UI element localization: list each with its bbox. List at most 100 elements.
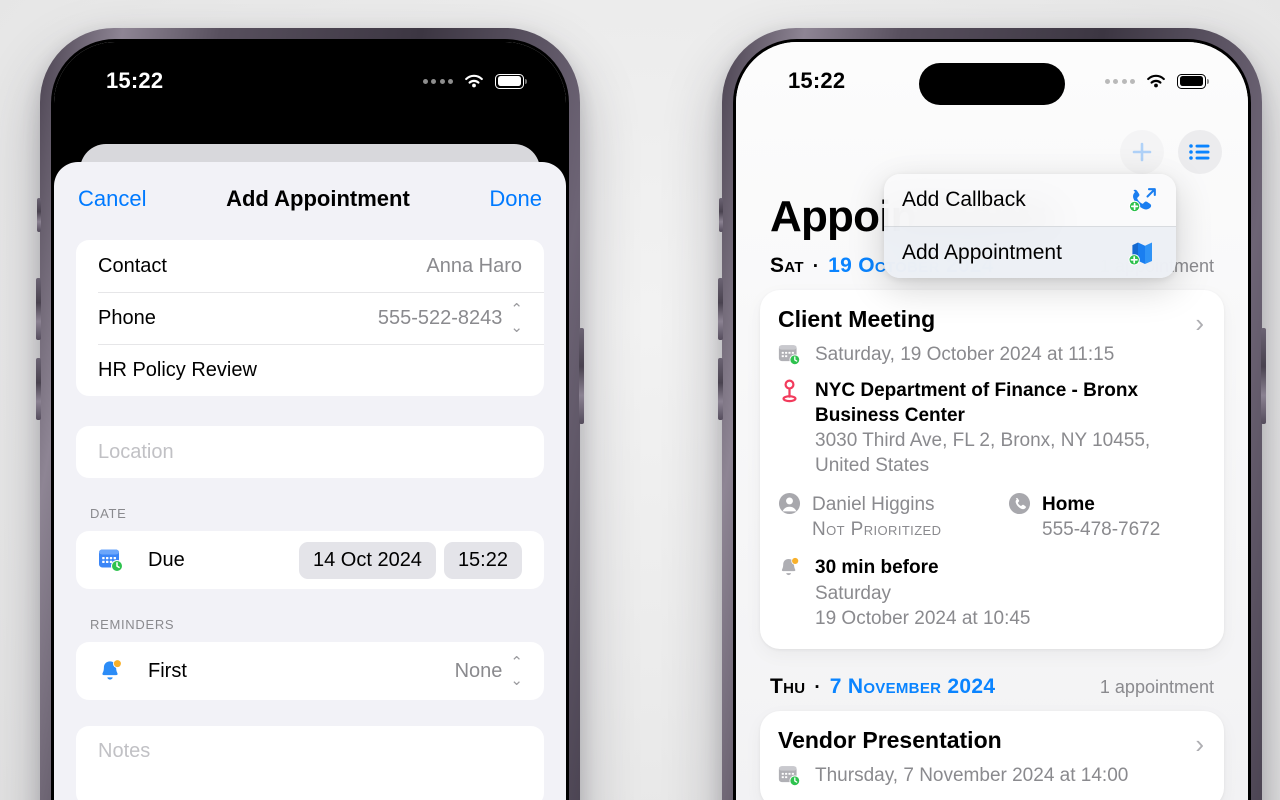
- first-reminder-text: None: [454, 659, 503, 682]
- phone-device-right: 15:22 Sat · 19 › Client Meeting Saturday…: [718, 28, 1266, 800]
- appointment-location-block: NYC Department of Finance - Bronx Busine…: [815, 378, 1206, 478]
- contact-row[interactable]: Contact Anna Haro: [76, 240, 544, 292]
- map-pin-icon: [778, 379, 804, 405]
- day-group-1: Thu · 7 November 2024 1 appointment › Ve…: [736, 675, 1248, 800]
- appointment-location-line: NYC Department of Finance - Bronx Busine…: [778, 378, 1206, 478]
- due-date-pill[interactable]: 14 Oct 2024: [298, 541, 436, 579]
- add-context-menu: Add Callback Add Appointment: [884, 174, 1176, 278]
- appointment-contact-priority: Not Prioritized: [812, 519, 942, 541]
- status-time: 15:22: [106, 68, 164, 93]
- location-placeholder: Location: [98, 440, 174, 463]
- appointment-datetime-vendor: Thursday, 7 November 2024 at 14:00: [815, 764, 1129, 786]
- day-separator-1: ·: [814, 676, 821, 698]
- signal-dots-icon: [422, 78, 453, 84]
- chevron-right-icon-vendor: ›: [1195, 728, 1204, 759]
- location-input[interactable]: Location: [76, 426, 544, 478]
- menu-item-add-appointment[interactable]: Add Appointment: [884, 226, 1176, 278]
- battery-icon: [495, 73, 527, 89]
- day-separator-0: ·: [812, 256, 820, 277]
- menu-item-add-callback-label: Add Callback: [902, 188, 1026, 211]
- appointment-reminder-text: 30 min before Saturday 19 October 2024 a…: [815, 555, 1031, 630]
- appointments-list-view: 15:22 Sat · 19 › Client Meeting Saturday…: [736, 42, 1248, 800]
- add-appointment-button[interactable]: [1120, 130, 1164, 174]
- subject-value: HR Policy Review: [98, 358, 257, 381]
- reminders-field-group: First None ⌃ ⌄: [76, 642, 544, 700]
- cancel-button[interactable]: Cancel: [78, 186, 146, 212]
- top-toolbar: [1120, 130, 1222, 174]
- calendar-clock-icon: [778, 343, 804, 369]
- volume-up-button[interactable]: [36, 278, 41, 340]
- appointment-contact-text: Daniel Higgins Not Prioritized: [812, 492, 941, 542]
- status-bar-left: 15:22: [54, 42, 566, 104]
- appointment-phone-number: 555-478-7672: [1042, 519, 1161, 541]
- due-date-row[interactable]: Due 14 Oct 2024 15:22: [76, 531, 544, 589]
- due-label: Due: [148, 548, 185, 571]
- list-bullet-icon: [1189, 144, 1210, 160]
- bell-badge-icon: [98, 658, 124, 684]
- volume-up-button-right[interactable]: [718, 278, 723, 340]
- appointment-card-client-meeting[interactable]: › Client Meeting Saturday, 19 October 20…: [760, 290, 1224, 649]
- screen-right: 15:22 Sat · 19 › Client Meeting Saturday…: [736, 42, 1248, 800]
- appointment-contact-block[interactable]: Daniel Higgins Not Prioritized: [778, 492, 990, 542]
- day-group-0: Sat · 19 October 2024 1 appointment › Cl…: [736, 254, 1248, 800]
- first-reminder-label: First: [148, 659, 187, 682]
- due-time-pill[interactable]: 15:22: [443, 541, 522, 579]
- status-time-right: 15:22: [788, 68, 846, 93]
- day-count-1: 1 appointment: [1099, 676, 1214, 697]
- done-button[interactable]: Done: [489, 186, 542, 212]
- screen-left: 15:22 Cancel Add Appointment Done Contac…: [54, 42, 566, 800]
- phone-callback-add-icon: [1126, 185, 1158, 215]
- chevron-up-down-icon-reminder[interactable]: ⌃ ⌄: [510, 653, 523, 689]
- volume-down-button[interactable]: [36, 358, 41, 420]
- menu-item-add-callback[interactable]: Add Callback: [884, 174, 1176, 226]
- silent-switch[interactable]: [37, 198, 41, 232]
- first-reminder-row[interactable]: First None ⌃ ⌄: [76, 642, 544, 700]
- sheet-title: Add Appointment: [226, 186, 410, 211]
- appointment-title-vendor: Vendor Presentation: [778, 726, 1002, 753]
- appointment-reminder-datetime: 19 October 2024 at 10:45: [815, 607, 1031, 629]
- person-circle-icon: [778, 492, 801, 520]
- appointment-reminder-offset: 30 min before: [815, 557, 939, 579]
- power-button-right[interactable]: [1261, 328, 1266, 424]
- chevron-right-icon: ›: [1195, 308, 1204, 338]
- appointment-contact-phone-row: Daniel Higgins Not Prioritized Home 555-…: [778, 492, 1206, 542]
- appointment-phone-block[interactable]: Home 555-478-7672: [1008, 492, 1160, 542]
- appointment-card-vendor-presentation[interactable]: › Vendor Presentation Thursday, 7 Novemb…: [760, 710, 1224, 800]
- wifi-icon: [465, 74, 483, 88]
- phone-value: 555-522-8243 ⌃ ⌄: [377, 300, 523, 336]
- appointment-location-name: NYC Department of Finance - Bronx Busine…: [815, 380, 1139, 427]
- contact-label: Contact: [98, 254, 167, 277]
- bell-badge-icon: [778, 556, 804, 582]
- dynamic-island: [919, 63, 1065, 105]
- appointment-datetime-line-vendor: Thursday, 7 November 2024 at 14:00: [778, 763, 1206, 790]
- plus-icon: [1132, 142, 1152, 162]
- phone-row[interactable]: Phone 555-522-8243 ⌃ ⌄: [76, 292, 544, 344]
- calendar-clock-icon-vendor: [778, 764, 804, 790]
- phone-bezel-left: 15:22 Cancel Add Appointment Done Contac…: [51, 39, 569, 800]
- phone-number-text: 555-522-8243: [377, 306, 503, 329]
- menu-item-add-appointment-label: Add Appointment: [902, 240, 1062, 264]
- battery-icon-right: [1177, 73, 1209, 89]
- notes-input[interactable]: Notes: [76, 726, 544, 800]
- silent-switch-right[interactable]: [719, 198, 723, 232]
- status-indicators-right: [1104, 72, 1209, 90]
- phone-device-left: 15:22 Cancel Add Appointment Done Contac…: [36, 28, 584, 800]
- phone-bezel-right: 15:22 Sat · 19 › Client Meeting Saturday…: [733, 39, 1251, 800]
- list-view-button[interactable]: [1178, 130, 1222, 174]
- day-dow-1: Thu: [770, 674, 806, 698]
- status-indicators: [422, 72, 527, 90]
- appointment-reminder-day: Saturday: [815, 582, 892, 604]
- volume-down-button-right[interactable]: [718, 358, 723, 420]
- day-date-1: 7 November 2024: [829, 674, 996, 698]
- appointment-datetime-line: Saturday, 19 October 2024 at 11:15: [778, 342, 1206, 369]
- sheet-nav-bar: Cancel Add Appointment Done: [54, 162, 566, 230]
- power-button[interactable]: [579, 328, 584, 424]
- chevron-up-down-icon[interactable]: ⌃ ⌄: [510, 300, 523, 336]
- appointment-datetime: Saturday, 19 October 2024 at 11:15: [815, 344, 1115, 365]
- notes-placeholder: Notes: [98, 740, 151, 762]
- phone-circle-icon: [1008, 492, 1031, 520]
- subject-row[interactable]: HR Policy Review: [76, 344, 544, 396]
- appointment-phone-text: Home 555-478-7672: [1042, 492, 1160, 542]
- map-add-icon: [1126, 238, 1158, 268]
- signal-dots-icon-right: [1104, 78, 1135, 84]
